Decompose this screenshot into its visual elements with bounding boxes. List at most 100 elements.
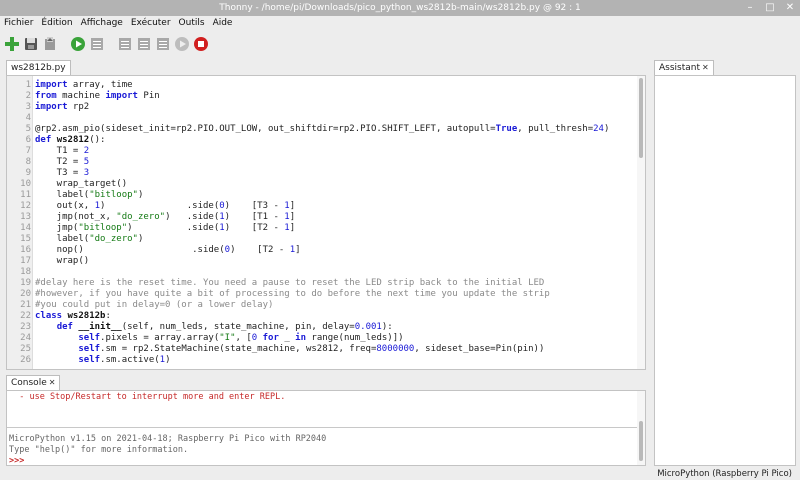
tab-assistant[interactable]: Assistant ✕ [654, 60, 714, 75]
window-titlebar: Thonny - /home/pi/Downloads/pico_python_… [0, 0, 800, 16]
code-text: from machine import Pin [35, 91, 160, 101]
code-line[interactable]: 1 import array, time [26, 80, 635, 91]
close-icon[interactable]: ✕ [49, 376, 56, 390]
code-line[interactable]: 18 [20, 267, 635, 278]
window-title: Thonny - /home/pi/Downloads/pico_python_… [219, 3, 581, 13]
line-number: 19 [20, 278, 31, 288]
tab-console[interactable]: Console ✕ [6, 375, 61, 390]
line-number: 17 [20, 256, 31, 266]
code-lines[interactable]: 1 import array, time 2 from machine import … [20, 80, 635, 366]
code-text: T2 = 5 [35, 157, 90, 167]
code-text: class ws2812b: [35, 311, 111, 321]
code-line[interactable]: 25 self.sm = rp2.StateMachine(state_mach… [20, 344, 635, 355]
tab-label: Console [11, 378, 47, 388]
new-file-icon[interactable] [4, 36, 20, 52]
code-line[interactable]: 20 #however, if you have quite a bit of p… [20, 289, 635, 300]
repl-prompt[interactable]: >>> [9, 456, 24, 465]
code-text: self.sm.active(1) [78, 355, 171, 365]
menu-executer[interactable]: Exécuter [131, 18, 171, 28]
line-number: 14 [20, 223, 31, 233]
code-line[interactable]: 24 self.pixels = array.array("I", [0 for… [20, 333, 635, 344]
tab-ws2812b-py[interactable]: ws2812b.py [6, 60, 71, 75]
code-line[interactable]: 19 #delay here is the reset time. You nee… [20, 278, 635, 289]
line-number: 22 [20, 311, 31, 321]
code-line[interactable]: 14 jmp("bitloop") .side(1) [T2 - 1] [20, 223, 635, 234]
line-number: 16 [20, 245, 31, 255]
code-line[interactable]: 2 from machine import Pin [26, 91, 635, 102]
code-line[interactable]: 12 out(x, 1) .side(0) [T3 - 1] [20, 201, 635, 212]
tab-label: Assistant [659, 63, 701, 73]
code-line[interactable]: 4 [26, 113, 635, 124]
code-line[interactable]: 15 label("do_zero") [20, 234, 635, 245]
code-editor[interactable]: 1 import array, time 2 from machine import … [6, 75, 646, 370]
debug-icon [89, 36, 105, 52]
code-text: def __init__(self, num_leds, state_machi… [56, 322, 393, 332]
code-text: wrap() [35, 256, 90, 266]
run-icon[interactable] [70, 36, 86, 52]
window-controls: – □ ✕ [744, 0, 796, 16]
menu-affichage[interactable]: Affichage [81, 18, 123, 28]
code-text: import array, time [35, 80, 133, 90]
assistant-panel [654, 75, 796, 466]
line-number: 2 [25, 91, 31, 101]
code-line[interactable]: 21 #you could put in delay=0 (or a lower … [20, 300, 635, 311]
menu-aide[interactable]: Aide [213, 18, 233, 28]
code-text: T1 = 2 [35, 146, 90, 156]
console-scrollbar[interactable] [637, 391, 645, 465]
code-line[interactable]: 11 label("bitloop") [20, 190, 635, 201]
menu-fichier[interactable]: Fichier [4, 18, 33, 28]
save-file-icon[interactable] [42, 36, 58, 52]
menu-bar: Fichier Édition Affichage Exécuter Outil… [0, 16, 800, 30]
code-line[interactable]: 22 class ws2812b: [20, 311, 635, 322]
console-banner: MicroPython v1.15 on 2021-04-18; Raspber… [9, 434, 327, 444]
code-text: import rp2 [35, 102, 90, 112]
code-line[interactable]: 26 self.sm.active(1) [20, 355, 635, 366]
assistant-tabbar: Assistant ✕ [652, 60, 798, 75]
code-line[interactable]: 6 def ws2812(): [26, 135, 635, 146]
code-line[interactable]: 13 jmp(not_x, "do_zero") .side(1) [T1 - … [20, 212, 635, 223]
code-text: @rp2.asm_pio(sideset_init=rp2.PIO.OUT_LO… [35, 124, 610, 134]
line-number: 6 [25, 135, 31, 145]
code-line[interactable]: 7 T1 = 2 [26, 146, 635, 157]
code-line[interactable]: 5 @rp2.asm_pio(sideset_init=rp2.PIO.OUT_L… [26, 124, 635, 135]
editor-scrollbar[interactable] [637, 76, 645, 369]
menu-outils[interactable]: Outils [179, 18, 205, 28]
line-number: 10 [20, 179, 31, 189]
console-shell[interactable]: - use Stop/Restart to interrupt more and… [6, 390, 646, 466]
line-number: 7 [25, 146, 31, 156]
line-number: 26 [20, 355, 31, 365]
code-text: label("do_zero") [35, 234, 144, 244]
minimize-button[interactable]: – [744, 0, 756, 16]
console-divider [7, 427, 637, 428]
code-line[interactable]: 23 def __init__(self, num_leds, state_ma… [20, 322, 635, 333]
stop-icon[interactable] [193, 36, 209, 52]
menu-edition[interactable]: Édition [41, 18, 72, 28]
line-number: 8 [25, 157, 31, 167]
close-window-button[interactable]: ✕ [784, 0, 796, 16]
editor-tabbar: ws2812b.py [4, 60, 646, 75]
code-text: #you could put in delay=0 (or a lower de… [35, 300, 274, 310]
line-number: 15 [20, 234, 31, 244]
code-line[interactable]: 16 nop() .side(0) [T2 - 1] [20, 245, 635, 256]
close-icon[interactable]: ✕ [702, 61, 709, 75]
console-warning: - use Stop/Restart to interrupt more and… [9, 392, 286, 402]
code-line[interactable]: 8 T2 = 5 [26, 157, 635, 168]
open-file-icon[interactable] [23, 36, 39, 52]
code-line[interactable]: 3 import rp2 [26, 102, 635, 113]
interpreter-selector[interactable]: MicroPython (Raspberry Pi Pico) [657, 468, 792, 480]
code-line[interactable]: 17 wrap() [20, 256, 635, 267]
code-text: #however, if you have quite a bit of pro… [35, 289, 550, 299]
code-text: T3 = 3 [35, 168, 90, 178]
line-number: 21 [20, 300, 31, 310]
toolbar [4, 34, 209, 54]
code-line[interactable]: 9 T3 = 3 [26, 168, 635, 179]
line-number: 1 [25, 80, 31, 90]
code-line[interactable]: 10 wrap_target() [20, 179, 635, 190]
line-number: 25 [20, 344, 31, 354]
code-text: jmp("bitloop") .side(1) [T2 - 1] [35, 223, 296, 233]
maximize-button[interactable]: □ [764, 0, 776, 16]
step-into-icon [136, 36, 152, 52]
code-text: nop() .side(0) [T2 - 1] [35, 245, 301, 255]
status-bar: MicroPython (Raspberry Pi Pico) [0, 468, 800, 480]
line-number: 11 [20, 190, 31, 200]
